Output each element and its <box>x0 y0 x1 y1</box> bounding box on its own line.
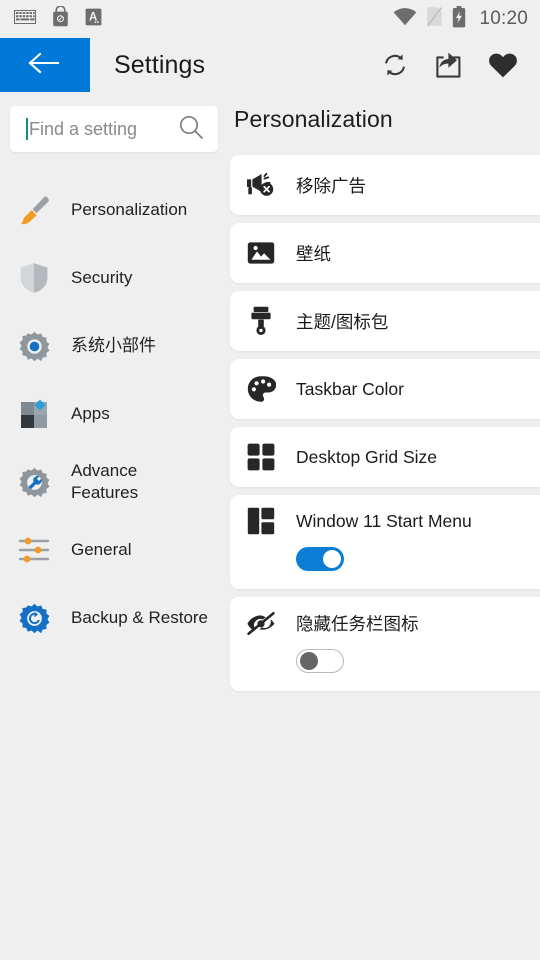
text-caret <box>26 118 28 140</box>
sidebar-item-label: Advance Features <box>71 461 139 502</box>
section-title: Personalization <box>234 106 393 132</box>
letter-a-badge-icon: A <box>85 8 102 31</box>
heart-icon[interactable] <box>488 52 518 79</box>
toggle-knob <box>299 652 318 670</box>
apps-squares-icon <box>17 399 51 429</box>
battery-charging-icon <box>452 5 466 33</box>
sidebar-item-label: 系统小部件 <box>71 336 156 356</box>
setting-item-theme-iconpack[interactable]: 主题/图标包 <box>230 291 540 351</box>
setting-item-hide-taskbar-icons[interactable]: 隐藏任务栏图标 <box>230 597 540 691</box>
arrow-left-icon <box>28 51 62 80</box>
sidebar-item-backup-restore[interactable]: Backup & Restore <box>0 584 230 652</box>
grid-icon <box>244 443 278 471</box>
content-area: Find a setting Personalization Security … <box>0 92 540 960</box>
brush-icon <box>244 306 278 336</box>
toggle-knob <box>323 550 341 568</box>
shield-icon <box>17 262 51 294</box>
gear-icon <box>17 331 51 362</box>
setting-item-label: Desktop Grid Size <box>296 446 438 467</box>
setting-item-label: 主题/图标包 <box>296 311 389 332</box>
sidebar-item-label: Backup & Restore <box>71 608 209 628</box>
main-panel: Personalization 移除广告 壁纸 主题/图标包 Taskbar C… <box>230 92 540 699</box>
image-icon <box>244 240 278 266</box>
search-icon[interactable] <box>178 114 204 145</box>
setting-item-label: Taskbar Color <box>296 378 404 399</box>
setting-item-window11-start-menu[interactable]: Window 11 Start Menu <box>230 495 540 589</box>
sidebar-item-general[interactable]: General <box>0 516 230 584</box>
app-bar-actions <box>381 38 540 92</box>
status-bar: A 10:20 <box>0 0 540 38</box>
sidebar-item-label: Personalization <box>71 200 188 220</box>
toggle-hide-taskbar-icons[interactable] <box>296 649 344 673</box>
sidebar-item-label: Apps <box>71 404 110 424</box>
wifi-icon <box>393 7 417 31</box>
keyboard-icon <box>14 9 36 29</box>
status-bar-right-icons: 10:20 <box>393 5 528 33</box>
setting-item-taskbar-color[interactable]: Taskbar Color <box>230 359 540 419</box>
sidebar-item-personalization[interactable]: Personalization <box>0 176 230 244</box>
setting-item-wallpaper[interactable]: 壁纸 <box>230 223 540 283</box>
sliders-icon <box>17 537 51 563</box>
sidebar: Find a setting Personalization Security … <box>0 92 230 652</box>
refresh-icon[interactable] <box>381 51 409 79</box>
sidebar-item-label: Security <box>71 268 133 288</box>
setting-item-label: 隐藏任务栏图标 <box>296 613 419 634</box>
sidebar-item-label: General <box>71 540 132 560</box>
backup-restore-icon <box>17 603 51 634</box>
setting-item-desktop-grid-size[interactable]: Desktop Grid Size <box>230 427 540 487</box>
status-time: 10:20 <box>479 8 528 29</box>
setting-item-label: Window 11 Start Menu <box>296 510 472 531</box>
start-menu-icon <box>244 507 278 535</box>
sidebar-nav: Personalization Security 系统小部件 Apps Adva… <box>0 176 230 652</box>
back-button[interactable] <box>0 38 90 92</box>
setting-item-remove-ads[interactable]: 移除广告 <box>230 155 540 215</box>
gear-wrench-icon <box>17 467 51 498</box>
palette-icon <box>244 375 278 403</box>
sidebar-item-advance-features[interactable]: Advance Features <box>0 448 230 516</box>
search-input[interactable]: Find a setting <box>10 106 218 152</box>
share-icon[interactable] <box>435 51 462 79</box>
setting-item-label: 移除广告 <box>296 175 366 196</box>
search-placeholder: Find a setting <box>29 118 138 139</box>
no-sim-icon <box>426 6 443 32</box>
lock-bag-icon <box>52 5 69 32</box>
sidebar-item-apps[interactable]: Apps <box>0 380 230 448</box>
app-bar: Settings <box>0 38 540 92</box>
setting-item-label: 壁纸 <box>296 243 331 264</box>
eye-off-icon <box>244 610 278 636</box>
sidebar-item-security[interactable]: Security <box>0 244 230 312</box>
sidebar-item-system-widgets[interactable]: 系统小部件 <box>0 312 230 380</box>
status-bar-left-icons: A <box>14 5 102 32</box>
megaphone-off-icon <box>244 172 278 198</box>
toggle-window11-start-menu[interactable] <box>296 547 344 571</box>
paintbrush-icon <box>17 194 51 226</box>
page-title: Settings <box>114 50 206 79</box>
